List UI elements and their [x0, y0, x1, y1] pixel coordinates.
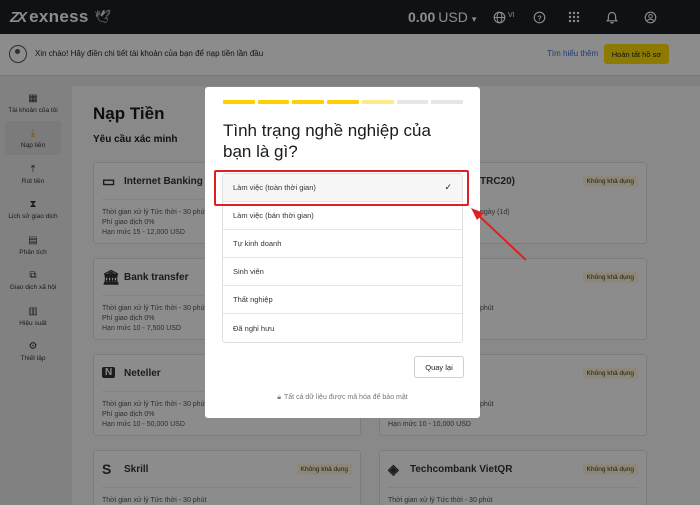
option-label: Đã nghỉ hưu — [233, 323, 275, 333]
progress-step — [327, 100, 359, 104]
lock-icon: 🔒︎ — [277, 394, 282, 401]
option-retired[interactable]: Đã nghỉ hưu — [223, 314, 462, 342]
security-note: 🔒︎ Tất cả dữ liệu được mã hóa để bảo mật — [205, 394, 480, 402]
progress-step — [257, 100, 290, 104]
option-label: Thất nghiệp — [233, 295, 273, 304]
progress-step — [223, 100, 255, 104]
progress-step — [431, 100, 464, 104]
option-self-employed[interactable]: Tự kinh doanh — [223, 230, 462, 258]
occupation-modal: Tình trạng nghề nghiệp của bạn là gì? Là… — [205, 87, 480, 418]
progress-step — [361, 100, 394, 104]
option-student[interactable]: Sinh viên — [223, 258, 462, 286]
option-label: Tự kinh doanh — [233, 239, 282, 248]
option-unemployed[interactable]: Thất nghiệp — [223, 286, 462, 314]
modal-question: Tình trạng nghề nghiệp của bạn là gì? — [223, 121, 431, 161]
option-part-time[interactable]: Làm việc (bán thời gian) — [223, 202, 462, 230]
security-note-text: Tất cả dữ liệu được mã hóa để bảo mật — [284, 394, 408, 401]
annotation-highlight-box — [214, 170, 469, 206]
option-label: Sinh viên — [233, 267, 264, 276]
progress-bar — [223, 100, 464, 104]
back-button[interactable]: Quay lại — [414, 356, 464, 378]
progress-step — [292, 100, 325, 104]
option-label: Làm việc (bán thời gian) — [233, 211, 314, 220]
progress-step — [396, 100, 429, 104]
